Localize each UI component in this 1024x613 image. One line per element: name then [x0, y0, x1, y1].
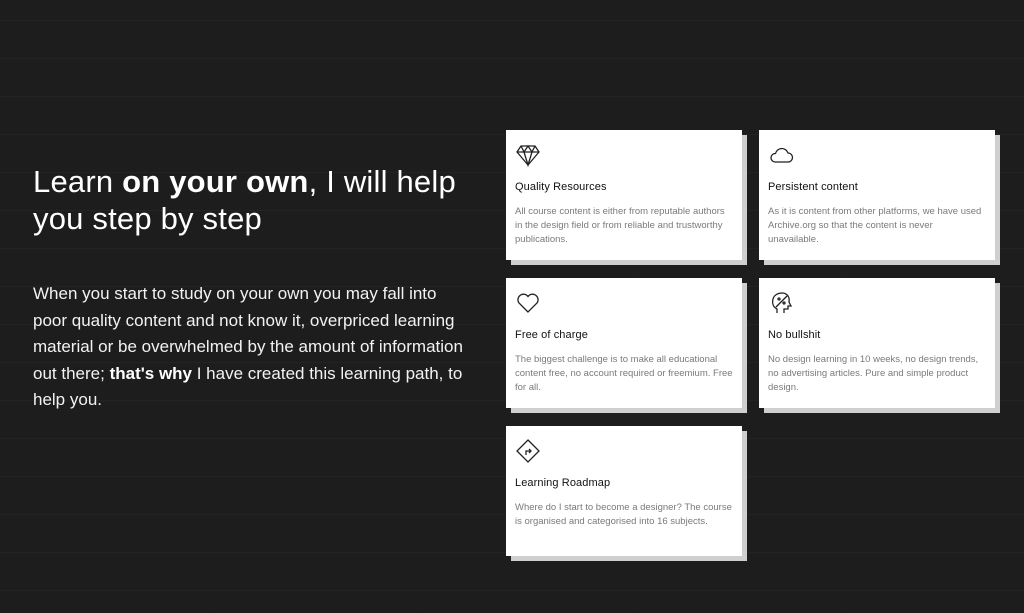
- hero-heading: Learn on your own, I will help you step …: [33, 164, 456, 236]
- card-description: All course content is either from reputa…: [515, 206, 725, 245]
- feature-card-learning-roadmap: Learning Roadmap Where do I start to bec…: [506, 426, 742, 556]
- card-title: Quality Resources: [515, 181, 607, 193]
- roadmap-sign-icon: [515, 438, 543, 464]
- hero-description: When you start to study on your own you …: [33, 284, 463, 409]
- card-description: The biggest challenge is to make all edu…: [515, 354, 733, 393]
- feature-card-quality-resources: Quality Resources All course content is …: [506, 130, 742, 260]
- heart-icon: [515, 290, 543, 316]
- feature-card-no-bullshit: No bullshit No design learning in 10 wee…: [759, 278, 995, 408]
- card-description: Where do I start to become a designer? T…: [515, 502, 732, 527]
- diamond-icon: [515, 142, 543, 168]
- card-title: Persistent content: [768, 181, 858, 193]
- no-bullshit-icon: [768, 290, 796, 316]
- feature-card-free-of-charge: Free of charge The biggest challenge is …: [506, 278, 742, 408]
- card-title: No bullshit: [768, 329, 821, 341]
- card-description: No design learning in 10 weeks, no desig…: [768, 354, 979, 393]
- hero-section: Learn on your own, I will help you step …: [33, 163, 463, 414]
- card-description: As it is content from other platforms, w…: [768, 206, 982, 245]
- card-title: Free of charge: [515, 329, 588, 341]
- feature-card-persistent-content: Persistent content As it is content from…: [759, 130, 995, 260]
- cloud-icon: [768, 142, 796, 168]
- card-title: Learning Roadmap: [515, 477, 611, 489]
